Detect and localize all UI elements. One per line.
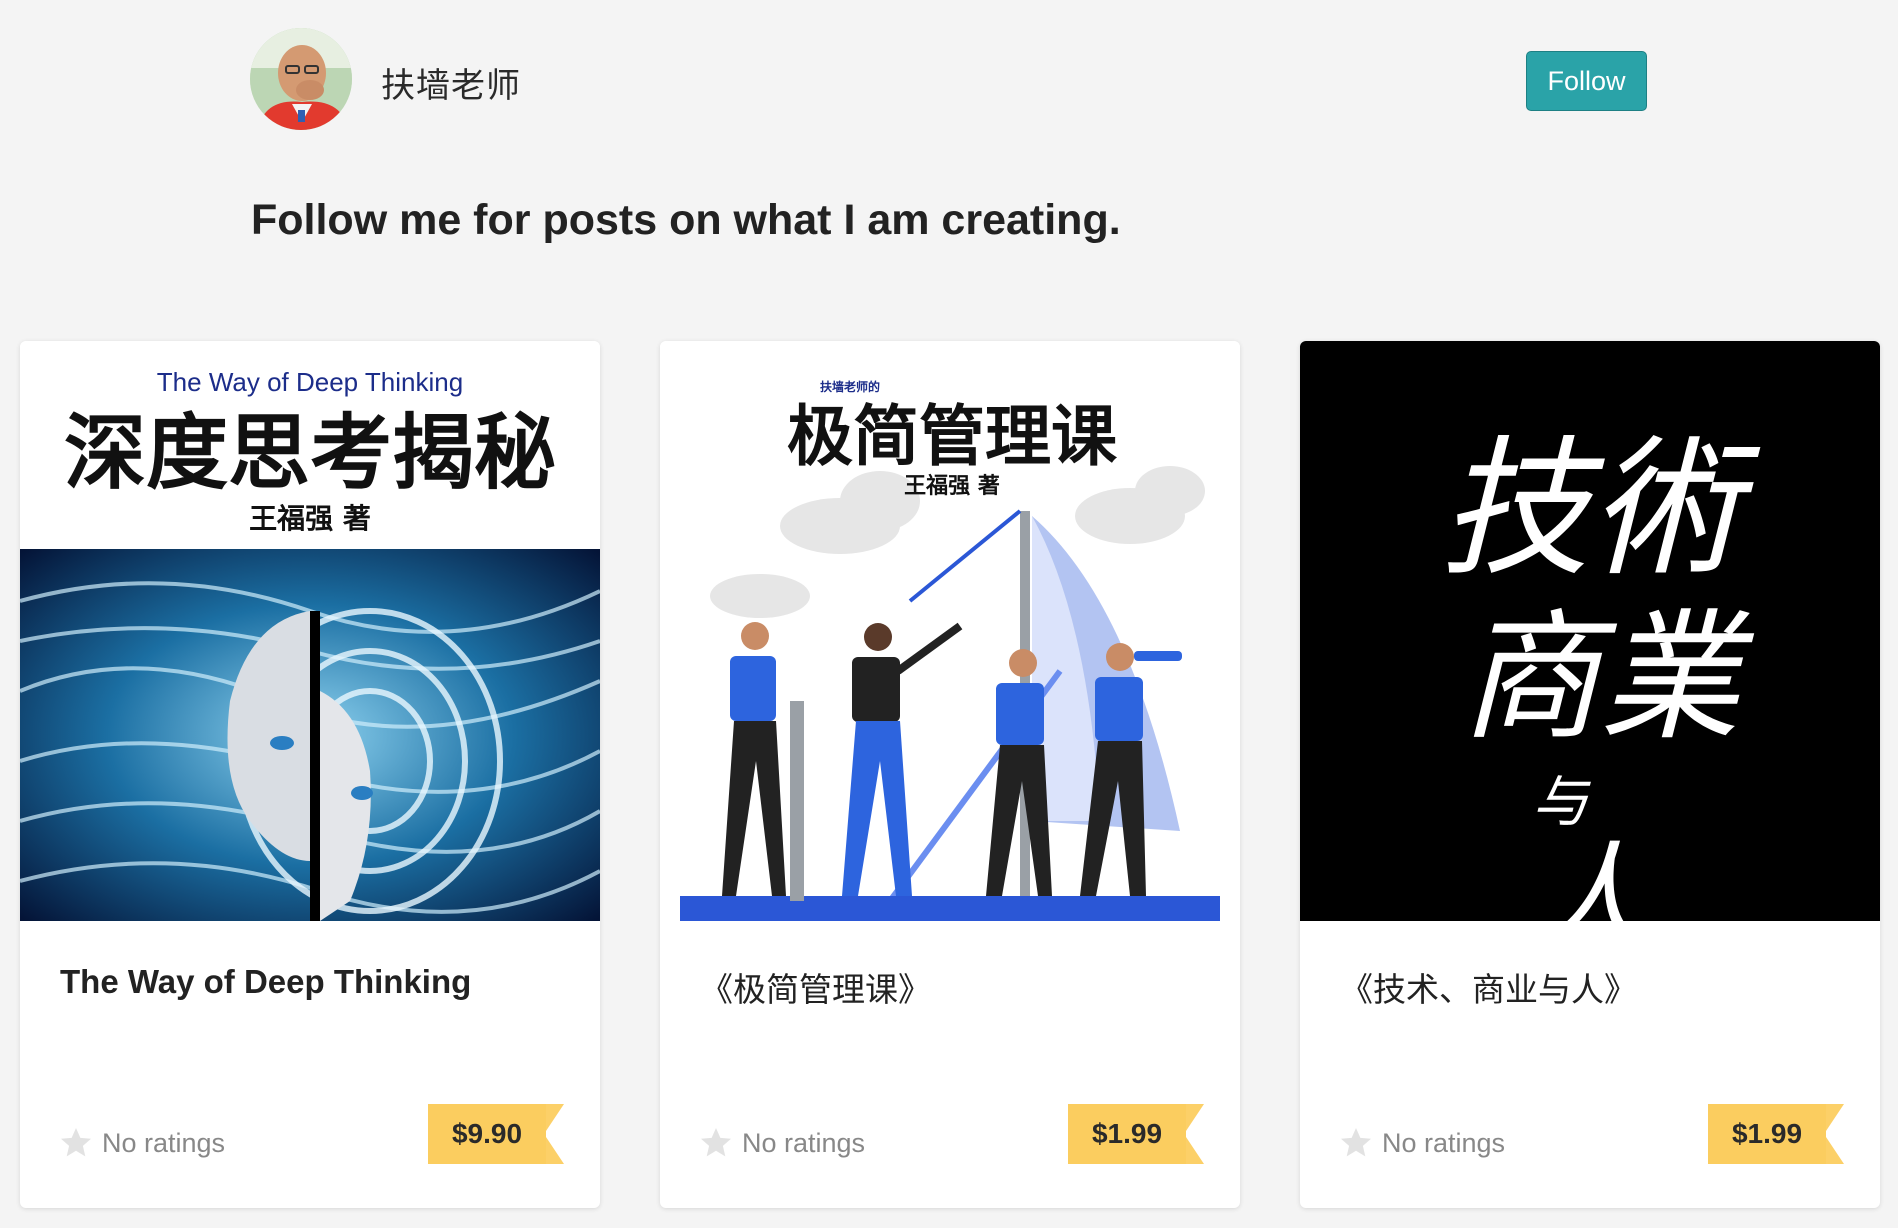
product-title[interactable]: The Way of Deep Thinking [60, 963, 570, 1001]
cover-line1: 技術 [1440, 423, 1761, 597]
product-title[interactable]: 《技术、商业与人》 [1340, 963, 1850, 1011]
rating-label: No ratings [742, 1127, 866, 1158]
price-tag: $1.99 [1068, 1104, 1204, 1164]
creator-bio: Follow me for posts on what I am creatin… [251, 196, 1121, 244]
price-tag: $1.99 [1708, 1104, 1844, 1164]
cover-subtitle: 扶墙老师的 [820, 379, 880, 394]
product-title[interactable]: 《极简管理课》 [700, 963, 1210, 1011]
product-rating: No ratings [1338, 1125, 1505, 1161]
product-card-tech-business[interactable]: 技術 商業 与 人 《技术、商业与人》 No ratings $1.99 [1300, 341, 1880, 1208]
creator-avatar[interactable] [250, 28, 352, 130]
cover-line2: 商業 [1460, 597, 1755, 760]
cover-heading: 极简管理课 [787, 398, 1118, 475]
cover-author: 王福强 著 [904, 473, 1000, 499]
product-card-management[interactable]: 扶墙老师的 极简管理课 王福强 著 《极简管理课》 No ratings $1.… [660, 341, 1240, 1208]
price-label: $9.90 [451, 1118, 523, 1149]
cover-heading: 深度思考揭秘 [64, 406, 556, 501]
product-cover-management[interactable]: 扶墙老师的 极简管理课 王福强 著 [660, 341, 1240, 921]
price-label: $1.99 [1731, 1118, 1803, 1149]
price-tag: $9.90 [428, 1104, 564, 1164]
follow-button[interactable]: Follow [1526, 51, 1647, 111]
cover-line3: 与 [1532, 770, 1591, 835]
price-label: $1.99 [1091, 1118, 1163, 1149]
cover-line4: 人 [1530, 831, 1650, 921]
rating-label: No ratings [102, 1127, 226, 1158]
product-rating: No ratings [58, 1125, 225, 1161]
cover-author: 王福强 著 [249, 502, 371, 535]
cover-subtitle: The Way of Deep Thinking [157, 367, 463, 397]
product-rating: No ratings [698, 1125, 865, 1161]
star-icon [1341, 1128, 1371, 1157]
product-cover-tech-business[interactable]: 技術 商業 与 人 [1300, 341, 1880, 921]
creator-header: 扶墙老师 Follow Follow me for posts on what … [0, 0, 1898, 244]
star-icon [701, 1128, 731, 1157]
creator-name[interactable]: 扶墙老师 [381, 58, 521, 107]
product-card-deep-thinking[interactable]: The Way of Deep Thinking 深度思考揭秘 王福强 著 Th… [20, 341, 600, 1208]
star-icon [61, 1128, 91, 1157]
rating-label: No ratings [1382, 1127, 1506, 1158]
product-cover-deep-thinking[interactable]: The Way of Deep Thinking 深度思考揭秘 王福强 著 [20, 341, 600, 921]
